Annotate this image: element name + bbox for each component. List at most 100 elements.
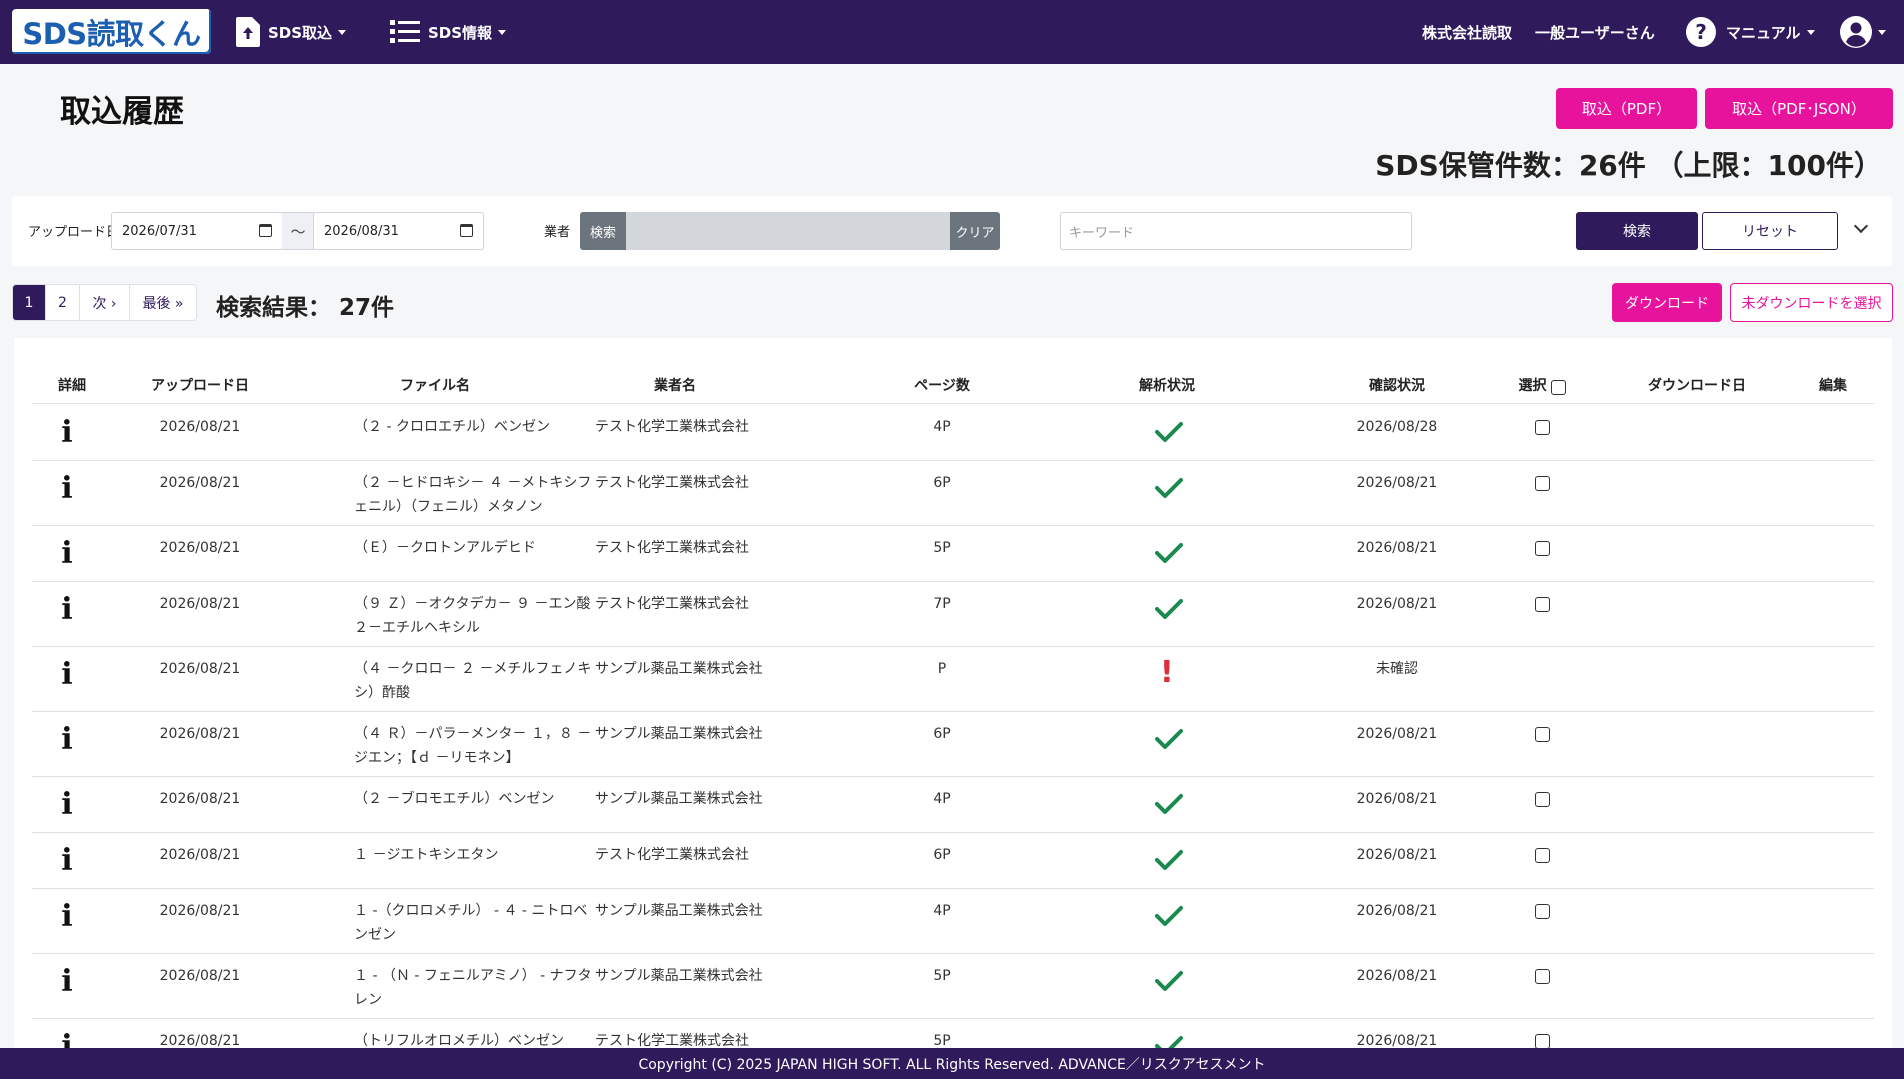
info-icon[interactable]: i xyxy=(52,538,82,570)
table-row: i 2026/08/21 （２ - クロロエチル）ベンゼン テスト化学工業株式会社 4P… xyxy=(32,405,1874,461)
row-select-checkbox[interactable] xyxy=(1535,541,1550,556)
row-vendor: テスト化学工業株式会社 xyxy=(595,419,749,435)
check-icon xyxy=(1155,422,1183,442)
check-icon xyxy=(1155,1036,1183,1049)
row-file-name: （２ - クロロエチル）ベンゼン xyxy=(354,419,550,435)
th-select: 選択 xyxy=(1482,366,1602,404)
row-file-name: １ －ジエトキシエタン xyxy=(354,847,499,863)
error-icon: ! xyxy=(1160,655,1174,690)
info-icon[interactable]: i xyxy=(52,1031,82,1050)
calendar-icon[interactable] xyxy=(259,224,272,237)
page-last[interactable]: 最後 » xyxy=(130,285,196,320)
search-button[interactable]: 検索 xyxy=(1576,212,1698,250)
row-upload-date: 2026/08/21 xyxy=(159,475,241,491)
row-file-name: （トリフルオロメチル）ベンゼン xyxy=(354,1033,564,1049)
table-row: i 2026/08/21 （Ｅ）－クロトンアルデヒド テスト化学工業株式会社 5P 202… xyxy=(32,526,1874,582)
info-icon[interactable]: i xyxy=(52,966,82,998)
row-select-checkbox[interactable] xyxy=(1535,727,1550,742)
info-icon[interactable]: i xyxy=(52,789,82,821)
row-upload-date: 2026/08/21 xyxy=(159,968,241,984)
history-table: 詳細 アップロード日 ファイル名 業者名 ページ数 解析状況 確認状況 選択 ダ… xyxy=(14,338,1892,1049)
page-2[interactable]: 2 xyxy=(46,285,80,320)
row-file-name: （２ －ブロモエチル）ベンゼン xyxy=(354,791,555,807)
row-pages: 4P xyxy=(933,903,951,919)
th-pages: ページ数 xyxy=(914,378,970,394)
top-navbar: SDS読取くん SDS取込 SDS情報 株式会社読取 一般ユーザーさん ? マニ… xyxy=(0,0,1904,64)
check-icon xyxy=(1155,906,1183,926)
row-pages: 5P xyxy=(933,1033,951,1049)
user-menu[interactable] xyxy=(1840,0,1886,64)
keyword-input[interactable]: キーワード xyxy=(1060,212,1412,250)
row-select-checkbox[interactable] xyxy=(1535,476,1550,491)
select-undownloaded-button[interactable]: 未ダウンロードを選択 xyxy=(1730,283,1893,322)
row-file-name: （４ －クロロ－ ２ －メチルフェノキシ）酢酸 xyxy=(354,661,592,701)
th-vendor: 業者名 xyxy=(654,378,696,394)
row-vendor: テスト化学工業株式会社 xyxy=(595,1033,749,1049)
filter-bar: アップロード日 2026/07/31 ～ 2026/08/31 業者 検索 クリ… xyxy=(12,196,1892,266)
nav-manual[interactable]: ? マニュアル xyxy=(1686,0,1815,64)
import-pdf-button[interactable]: 取込（PDF） xyxy=(1556,88,1697,129)
table-row: i 2026/08/21 （２ －ヒドロキシ－ ４ －メトキシフェニル）（フェニル）… xyxy=(32,461,1874,526)
row-select-checkbox[interactable] xyxy=(1535,904,1550,919)
page-1[interactable]: 1 xyxy=(13,285,46,320)
row-select-checkbox[interactable] xyxy=(1535,597,1550,612)
table-row: i 2026/08/21 （トリフルオロメチル）ベンゼン テスト化学工業株式会社 5P 2… xyxy=(32,1019,1874,1049)
row-confirm-status: 2026/08/21 xyxy=(1356,475,1438,491)
table-row: i 2026/08/21 １ - （Ｎ - フェニルアミノ） - ナフタレン サンプル… xyxy=(32,954,1874,1019)
table-row: i 2026/08/21 １ -（クロロメチル） - ４ - ニトロベンゼン サンプル… xyxy=(32,889,1874,954)
th-edit: 編集 xyxy=(1819,378,1847,394)
select-all-checkbox[interactable] xyxy=(1550,379,1566,395)
row-select-checkbox[interactable] xyxy=(1535,420,1550,435)
row-upload-date: 2026/08/21 xyxy=(159,791,241,807)
row-upload-date: 2026/08/21 xyxy=(159,540,241,556)
check-icon xyxy=(1155,850,1183,870)
nav-sds-import[interactable]: SDS取込 xyxy=(236,0,347,64)
row-confirm-status: 2026/08/21 xyxy=(1356,903,1438,919)
row-select-checkbox[interactable] xyxy=(1535,1034,1550,1049)
info-icon[interactable]: i xyxy=(52,845,82,877)
chevron-down-icon[interactable] xyxy=(1853,218,1869,234)
row-pages: 6P xyxy=(933,475,951,491)
nav-sds-info[interactable]: SDS情報 xyxy=(390,0,507,64)
download-button[interactable]: ダウンロード xyxy=(1612,283,1722,322)
table-header: 詳細 アップロード日 ファイル名 業者名 ページ数 解析状況 確認状況 選択 ダ… xyxy=(32,366,1874,404)
vendor-search-button[interactable]: 検索 xyxy=(580,212,626,250)
page-next[interactable]: 次 › xyxy=(80,285,130,320)
row-vendor: テスト化学工業株式会社 xyxy=(595,475,749,491)
row-select-checkbox[interactable] xyxy=(1535,969,1550,984)
caret-down-icon xyxy=(1878,29,1886,35)
info-icon[interactable]: i xyxy=(52,659,82,691)
date-to-value: 2026/08/31 xyxy=(324,223,399,239)
calendar-icon[interactable] xyxy=(460,224,473,237)
th-detail: 詳細 xyxy=(58,378,86,394)
row-upload-date: 2026/08/21 xyxy=(159,1033,241,1049)
pagination: 1 2 次 › 最後 » xyxy=(12,284,197,321)
row-upload-date: 2026/08/21 xyxy=(159,726,241,742)
app-logo[interactable]: SDS読取くん xyxy=(12,9,211,54)
row-confirm-status: 2026/08/28 xyxy=(1356,419,1438,435)
th-file-name: ファイル名 xyxy=(400,378,470,394)
date-to-input[interactable]: 2026/08/31 xyxy=(313,212,484,250)
table-row: i 2026/08/21 （９ Ｚ）－オクタデカ－ ９ －エン酸２－エチルヘキシルテ… xyxy=(32,582,1874,647)
info-icon[interactable]: i xyxy=(52,724,82,756)
user-avatar-icon xyxy=(1840,16,1872,48)
vendor-field[interactable] xyxy=(626,212,950,250)
info-icon[interactable]: i xyxy=(52,417,82,449)
check-icon xyxy=(1155,599,1183,619)
vendor-clear-button[interactable]: クリア xyxy=(950,212,1000,250)
date-from-input[interactable]: 2026/07/31 xyxy=(111,212,283,250)
info-icon[interactable]: i xyxy=(52,594,82,626)
table-row: i 2026/08/21 １ －ジエトキシエタン テスト化学工業株式会社 6P 2026/… xyxy=(32,833,1874,889)
info-icon[interactable]: i xyxy=(52,901,82,933)
row-pages: 5P xyxy=(933,968,951,984)
row-upload-date: 2026/08/21 xyxy=(159,419,241,435)
import-pdf-json-button[interactable]: 取込（PDF･JSON） xyxy=(1705,88,1893,129)
reset-button[interactable]: リセット xyxy=(1702,212,1838,250)
info-icon[interactable]: i xyxy=(52,473,82,505)
th-download-date: ダウンロード日 xyxy=(1648,378,1746,394)
check-icon xyxy=(1155,478,1183,498)
row-select-checkbox[interactable] xyxy=(1535,792,1550,807)
storage-count: SDS保管件数：26件 （上限：100件） xyxy=(1375,149,1882,182)
row-select-checkbox[interactable] xyxy=(1535,848,1550,863)
row-pages: 6P xyxy=(933,726,951,742)
